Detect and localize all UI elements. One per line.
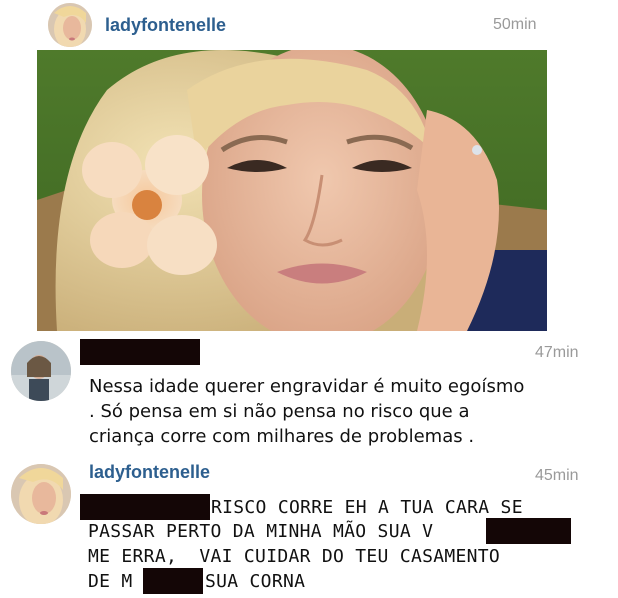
post-username[interactable]: ladyfontenelle [105, 15, 226, 36]
reply-line: ME ERRA, VAI CUIDAR DO TEU CASAMENTO [88, 546, 501, 567]
reply-username[interactable]: ladyfontenelle [89, 462, 210, 483]
comment-timestamp: 47min [535, 344, 579, 361]
redacted-text [486, 518, 571, 544]
reply-line: PASSAR PERTO DA MINHA MÃO SUA V [88, 521, 434, 542]
comment-line: . Só pensa em si não pensa no risco que … [89, 401, 470, 422]
user-avatar-photo-icon [48, 3, 92, 47]
redacted-text [80, 494, 210, 520]
post-timestamp: 50min [493, 16, 537, 33]
reply-line: SUA CORNA [205, 571, 306, 592]
post-photo[interactable] [37, 50, 547, 331]
user-avatar-photo-icon [11, 341, 71, 401]
reply-timestamp: 45min [535, 467, 579, 484]
comment-line: Nessa idade querer engravidar é muito eg… [89, 376, 525, 397]
comment-line: criança corre com milhares de problemas … [89, 426, 475, 447]
redacted-text [143, 568, 203, 594]
reply-author-avatar[interactable] [11, 464, 71, 524]
reply-line: DE M [88, 571, 133, 592]
post-author-avatar[interactable] [48, 3, 92, 47]
redacted-username [80, 339, 200, 365]
commenter-avatar[interactable] [11, 341, 71, 401]
reply-line: RISCO CORRE EH A TUA CARA SE [211, 497, 523, 518]
user-avatar-photo-icon [11, 464, 71, 524]
selfie-photo-image [37, 50, 547, 331]
